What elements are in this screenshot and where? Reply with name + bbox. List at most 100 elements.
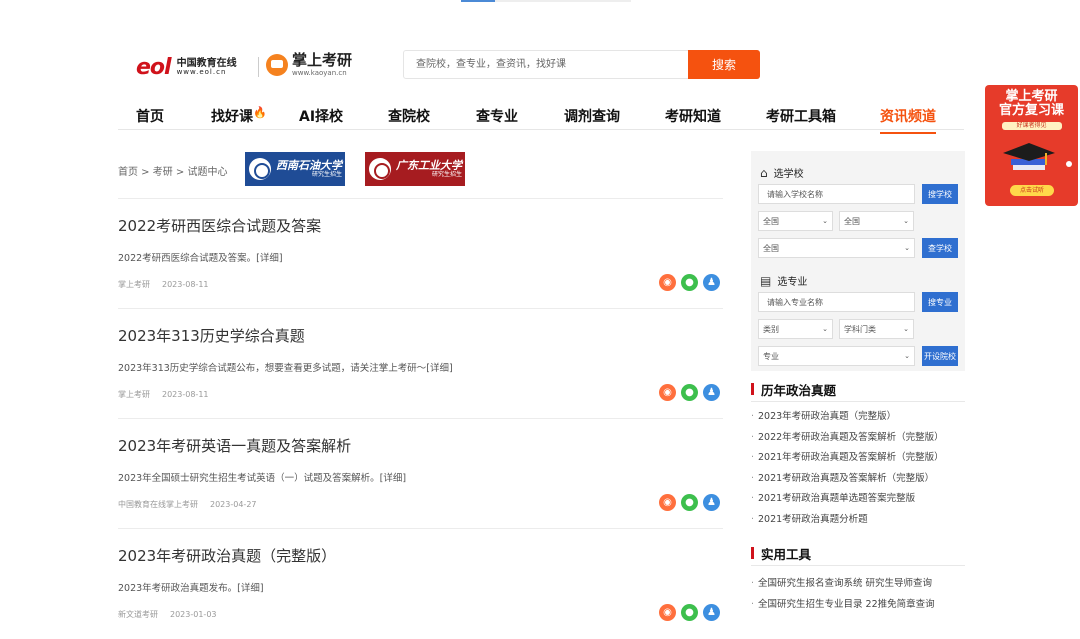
- fire-icon: 🔥: [253, 106, 267, 119]
- list-item[interactable]: 2023年考研政治真题（完整版）: [751, 407, 965, 428]
- article-item: 2023年考研政治真题（完整版） 2023年考研政治真题发布。[详细] 新文道考…: [118, 529, 723, 639]
- kaoyan-logo-text: 掌上考研: [292, 51, 353, 69]
- article-source: 中国教育在线掌上考研: [118, 500, 198, 509]
- main-nav: 首页 找好课🔥 AI择校 查院校 查专业 调剂查询 考研知道 考研工具箱 资讯频…: [118, 98, 964, 134]
- article-summary[interactable]: 2023年全国硕士研究生招生考试英语（一）试题及答案解析。[详细]: [118, 470, 406, 484]
- article-summary[interactable]: 2022考研西医综合试题及答案。[详细]: [118, 250, 283, 264]
- chevron-down-icon: ⌄: [822, 217, 828, 225]
- school-title-label: 选学校: [773, 169, 804, 180]
- chevron-down-icon: ⌄: [904, 352, 910, 360]
- eol-logo-url: www.eol.cn: [176, 68, 227, 76]
- breadcrumb[interactable]: 首页 > 考研 > 试题中心: [118, 163, 227, 178]
- article-title[interactable]: 2023年考研政治真题（完整版）: [118, 545, 336, 566]
- chevron-down-icon: ⌄: [822, 325, 828, 333]
- list-item[interactable]: 2022年考研政治真题及答案解析（完整版）: [751, 428, 965, 449]
- search-bar: 搜索: [403, 50, 760, 79]
- share-group: ◉ ● ♟: [659, 604, 720, 621]
- list-item[interactable]: 2021考研政治真题及答案解析（完整版）: [751, 469, 965, 490]
- school-section-title: ⌂ 选学校: [760, 165, 804, 181]
- region-select-2[interactable]: 全国 ⌄: [839, 211, 914, 231]
- article-meta: 中国教育在线掌上考研 2023-04-27: [118, 499, 257, 510]
- top-indicator: [461, 0, 631, 2]
- qq-icon[interactable]: ♟: [703, 494, 720, 511]
- check-school-button[interactable]: 查学校: [922, 238, 958, 258]
- weibo-icon[interactable]: ◉: [659, 384, 676, 401]
- nav-toolbox[interactable]: 考研工具箱: [766, 106, 836, 126]
- nav-ai-select[interactable]: AI择校: [299, 106, 343, 126]
- region-select-1[interactable]: 全国 ⌄: [758, 211, 833, 231]
- list-item[interactable]: 全国研究生报名查询系统 研究生导师查询: [751, 574, 965, 595]
- weibo-icon[interactable]: ◉: [659, 604, 676, 621]
- list-item[interactable]: 2021年考研政治真题及答案解析（完整版）: [751, 448, 965, 469]
- politics-title: 历年政治真题: [751, 380, 965, 402]
- list-item[interactable]: 2021考研政治真题分析题: [751, 510, 965, 531]
- university-emblem-icon: [369, 158, 391, 180]
- major-name-input[interactable]: 请输入专业名称: [758, 292, 915, 312]
- nav-find-course[interactable]: 找好课🔥: [211, 106, 267, 126]
- chevron-down-icon: ⌄: [904, 244, 910, 252]
- promo-subtitle: 好课者得见: [1001, 121, 1062, 130]
- nav-find-course-label: 找好课: [211, 109, 253, 125]
- wechat-icon[interactable]: ●: [681, 384, 698, 401]
- article-title[interactable]: 2022考研西医综合试题及答案: [118, 215, 321, 236]
- article-date: 2023-04-27: [210, 500, 257, 509]
- wechat-icon[interactable]: ●: [681, 604, 698, 621]
- article-summary[interactable]: 2023年313历史学综合试题公布，想要查看更多试题，请关注掌上考研～[详细]: [118, 360, 453, 374]
- article-source: 掌上考研: [118, 280, 150, 289]
- promo-cta-button[interactable]: 点击试听: [1010, 185, 1054, 196]
- search-input[interactable]: [404, 51, 688, 78]
- politics-exams-section: 历年政治真题 2023年考研政治真题（完整版） 2022年考研政治真题及答案解析…: [751, 380, 965, 531]
- eol-logo[interactable]: eol 中国教育在线 www.eol.cn: [136, 55, 237, 80]
- clipboard-icon: ▤: [760, 273, 772, 288]
- list-item[interactable]: 2021考研政治真题单选题答案完整版: [751, 489, 965, 510]
- search-major-button[interactable]: 搜专业: [922, 292, 958, 312]
- carousel-dot: [1066, 161, 1072, 167]
- school-major-finder: ⌂ 选学校 请输入学校名称 搜学校 全国 ⌄ 全国 ⌄ 全国 ⌄ 查学校 ▤ 选专业 请输…: [751, 151, 965, 371]
- nav-news[interactable]: 资讯频道: [880, 106, 936, 134]
- article-title[interactable]: 2023年313历史学综合真题: [118, 325, 305, 346]
- qq-icon[interactable]: ♟: [703, 384, 720, 401]
- nav-check-school[interactable]: 查院校: [388, 106, 430, 126]
- major-select-value: 专业: [763, 351, 779, 361]
- school-name-input[interactable]: 请输入学校名称: [758, 184, 915, 204]
- major-section-title: ▤ 选专业: [760, 273, 808, 289]
- qq-icon[interactable]: ♟: [703, 274, 720, 291]
- wechat-icon[interactable]: ●: [681, 494, 698, 511]
- banner-title: 西南石油大学: [276, 158, 342, 172]
- category-select[interactable]: 类别 ⌄: [758, 319, 833, 339]
- promo-banner[interactable]: 掌上考研 官方复习课 好课者得见 点击试听: [985, 85, 1078, 206]
- article-item: 2023年313历史学综合真题 2023年313历史学综合试题公布，想要查看更多…: [118, 309, 723, 419]
- qq-icon[interactable]: ♟: [703, 604, 720, 621]
- major-title-label: 选专业: [777, 277, 808, 288]
- search-school-button[interactable]: 搜学校: [922, 184, 958, 204]
- list-item[interactable]: 全国研究生招生专业目录 22推免简章查询: [751, 595, 965, 616]
- weibo-icon[interactable]: ◉: [659, 274, 676, 291]
- nav-home[interactable]: 首页: [136, 106, 164, 126]
- banner-swpu[interactable]: 西南石油大学 研究生招生: [245, 152, 345, 186]
- weibo-icon[interactable]: ◉: [659, 494, 676, 511]
- nav-adjustment[interactable]: 调剂查询: [564, 106, 620, 126]
- article-summary[interactable]: 2023年考研政治真题发布。[详细]: [118, 580, 264, 594]
- article-title[interactable]: 2023年考研英语一真题及答案解析: [118, 435, 351, 456]
- region-select-3[interactable]: 全国 ⌄: [758, 238, 915, 258]
- banner-gdut[interactable]: 广东工业大学 研究生招生: [365, 152, 465, 186]
- discipline-select[interactable]: 学科门类 ⌄: [839, 319, 914, 339]
- major-select[interactable]: 专业 ⌄: [758, 346, 915, 366]
- share-group: ◉ ● ♟: [659, 494, 720, 511]
- nav-check-major[interactable]: 查专业: [476, 106, 518, 126]
- article-source: 掌上考研: [118, 390, 150, 399]
- discipline-value: 学科门类: [844, 324, 876, 334]
- banner-sub: 研究生招生: [311, 170, 342, 178]
- tools-section: 实用工具 全国研究生报名查询系统 研究生导师查询 全国研究生招生专业目录 22推…: [751, 544, 965, 615]
- region-2-value: 全国: [844, 216, 860, 226]
- chevron-down-icon: ⌄: [903, 325, 909, 333]
- kaoyan-logo[interactable]: 掌上考研 www.kaoyan.cn: [266, 53, 352, 77]
- wechat-icon[interactable]: ●: [681, 274, 698, 291]
- university-emblem-icon: [249, 158, 271, 180]
- search-button[interactable]: 搜索: [688, 50, 760, 79]
- open-schools-button[interactable]: 开设院校: [922, 346, 958, 366]
- share-group: ◉ ● ♟: [659, 274, 720, 291]
- region-3-value: 全国: [763, 243, 779, 253]
- nav-know[interactable]: 考研知道: [665, 106, 721, 126]
- school-icon: ⌂: [760, 165, 768, 180]
